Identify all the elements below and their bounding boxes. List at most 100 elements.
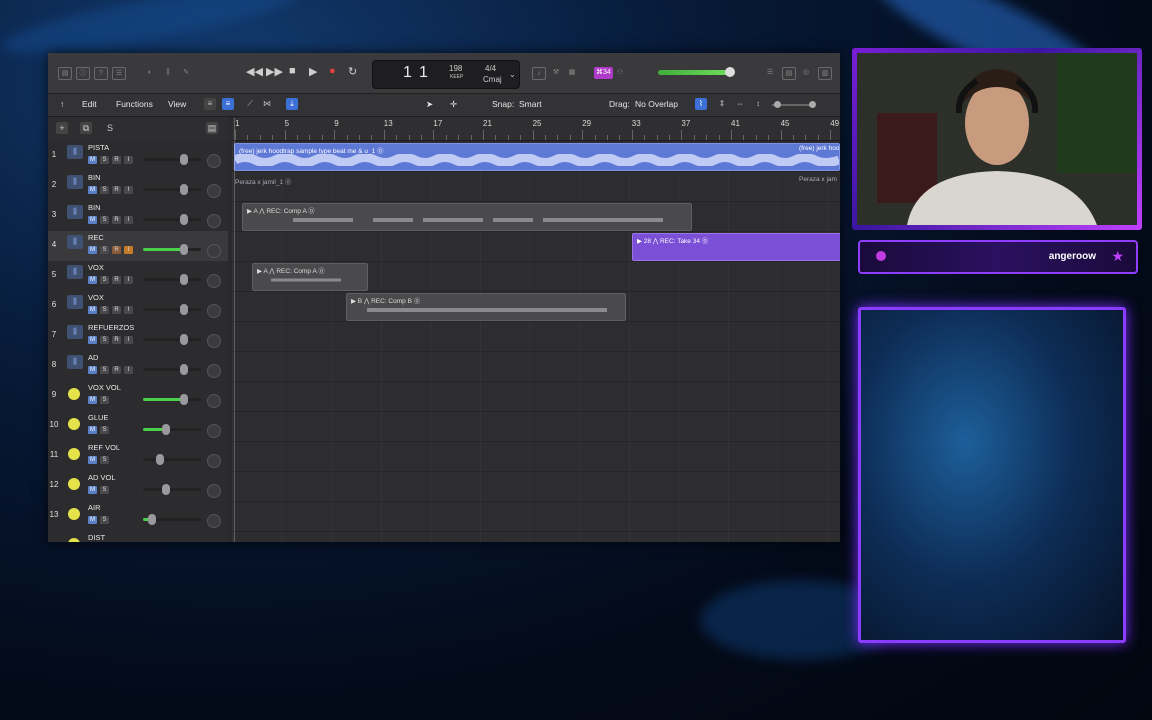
master-volume-knob[interactable] — [725, 67, 735, 77]
volume-fader[interactable] — [143, 214, 201, 225]
track-header[interactable]: 9 VOX VOL M S — [48, 381, 228, 412]
track-header[interactable]: 11 REF VOL M S — [48, 441, 228, 472]
metronome-icon[interactable]: ▦ — [566, 67, 578, 78]
solo-button[interactable]: S — [100, 276, 109, 284]
input-monitor-button[interactable]: I — [124, 216, 133, 224]
editors-icon[interactable]: ✎ — [180, 67, 192, 78]
updown-icon[interactable]: ↕ — [752, 98, 764, 110]
track-name[interactable]: GLUE — [88, 413, 108, 422]
mute-button[interactable]: M — [88, 516, 97, 524]
input-monitor-button[interactable]: I — [124, 336, 133, 344]
track-name[interactable]: VOX — [88, 293, 104, 302]
lcd-display[interactable]: 1 1 198 KEEP 4/4 Cmaj ⌄ — [372, 60, 520, 89]
volume-fader[interactable] — [143, 184, 201, 195]
pan-knob[interactable] — [207, 394, 221, 408]
zoom-slider[interactable] — [772, 101, 816, 108]
track-name[interactable]: REFUERZOS — [88, 323, 134, 332]
track-header[interactable]: 6 ⫼ VOX M S R I — [48, 291, 228, 322]
functions-menu[interactable]: Functions — [116, 99, 153, 109]
arrange-area[interactable]: (free) jerk hoodtrap sample type beat me… — [232, 141, 840, 542]
automation-icon[interactable]: ⟋ — [244, 98, 256, 110]
library-icon[interactable]: ▤ — [58, 67, 72, 80]
smart-controls-icon[interactable]: ◐ — [144, 67, 156, 78]
region-vox-comp-b[interactable]: ▶ B ⋀ REC: Comp B ⓪ — [346, 293, 626, 321]
secondary-tool-icon[interactable]: ✛ — [450, 99, 457, 110]
drag-select[interactable]: No Overlap — [635, 99, 678, 109]
track-name[interactable]: BIN — [88, 173, 101, 182]
track-header[interactable]: 10 GLUE M S — [48, 411, 228, 442]
region-vox-comp-a[interactable]: ▶ A ⋀ REC: Comp A ⓪ — [252, 263, 368, 291]
stop-button[interactable]: ■ — [289, 65, 296, 77]
input-monitor-button[interactable]: I — [124, 366, 133, 374]
volume-fader[interactable] — [143, 334, 201, 345]
track-lane[interactable] — [232, 531, 840, 542]
ruler[interactable]: 1 5 9 13 17 21 25 29 33 37 41 45 49 — [232, 117, 840, 141]
volume-knob[interactable] — [156, 454, 165, 465]
mute-button[interactable]: M — [88, 366, 97, 374]
volume-knob[interactable] — [179, 184, 188, 195]
record-enable-button[interactable]: R — [112, 336, 121, 344]
catch-icon[interactable]: ⤓ — [286, 98, 298, 110]
track-lane[interactable] — [232, 171, 840, 202]
volume-knob[interactable] — [179, 364, 188, 375]
list-editor-icon[interactable]: ☰ — [764, 67, 776, 78]
solo-button[interactable]: S — [100, 516, 109, 524]
pan-knob[interactable] — [207, 274, 221, 288]
edit-menu[interactable]: Edit — [82, 99, 97, 109]
volume-fader[interactable] — [143, 364, 201, 375]
track-name[interactable]: VOX VOL — [88, 383, 121, 392]
solo-global-icon[interactable]: S — [104, 122, 116, 134]
volume-fader[interactable] — [143, 274, 201, 285]
track-header[interactable]: DIST — [48, 531, 228, 542]
playhead[interactable] — [234, 118, 235, 542]
volume-fader[interactable] — [143, 454, 201, 465]
record-enable-button[interactable]: R — [112, 156, 121, 164]
fast-forward-button[interactable]: ▶▶ — [266, 65, 283, 78]
volume-knob[interactable] — [179, 214, 188, 225]
pan-knob[interactable] — [207, 154, 221, 168]
track-header[interactable]: 3 ⫼ BIN M S R I — [48, 201, 228, 232]
region-rec-take[interactable]: ▶ 28 ⋀ REC: Take 34 ⓪ — [632, 233, 840, 261]
global-tracks-icon[interactable]: ▤ — [206, 122, 218, 134]
inspector-icon[interactable]: ⓘ — [76, 67, 90, 80]
volume-fader[interactable] — [143, 514, 201, 525]
tuner-icon[interactable]: ♪ — [532, 67, 546, 80]
solo-button[interactable]: S — [100, 216, 109, 224]
zoom-slider-knob-2[interactable] — [809, 101, 816, 108]
mute-button[interactable]: M — [88, 426, 97, 434]
track-lane[interactable] — [232, 411, 840, 442]
waveform-zoom-icon[interactable]: ⌇ — [695, 98, 707, 110]
volume-knob[interactable] — [179, 304, 188, 315]
track-name[interactable]: BIN — [88, 203, 101, 212]
input-monitor-button[interactable]: I — [124, 306, 133, 314]
volume-knob[interactable] — [162, 484, 171, 495]
mute-button[interactable]: M — [88, 306, 97, 314]
volume-fader[interactable] — [143, 394, 201, 405]
volume-fader[interactable] — [143, 424, 201, 435]
record-enable-button[interactable]: R — [112, 276, 121, 284]
volume-knob[interactable] — [147, 514, 156, 525]
solo-button[interactable]: S — [100, 366, 109, 374]
volume-knob[interactable] — [179, 244, 188, 255]
cycle-button[interactable]: ↻ — [348, 65, 357, 78]
snap-select[interactable]: Smart — [519, 99, 542, 109]
mute-button[interactable]: M — [88, 396, 97, 404]
browser-icon[interactable]: ▥ — [818, 67, 832, 80]
record-enable-button[interactable]: R — [112, 216, 121, 224]
toolbar-icon[interactable]: ☰ — [112, 67, 126, 80]
track-header[interactable]: 1 ⫼ PISTA M S R I — [48, 141, 228, 172]
pan-knob[interactable] — [207, 364, 221, 378]
track-lane[interactable] — [232, 441, 840, 472]
back-icon[interactable]: ↑ — [60, 99, 64, 109]
mute-button[interactable]: M — [88, 336, 97, 344]
add-track-button[interactable]: + — [56, 122, 68, 134]
count-in-icon[interactable]: ⚒ — [550, 67, 562, 78]
input-monitor-button[interactable]: I — [124, 186, 133, 194]
pan-knob[interactable] — [207, 424, 221, 438]
track-lane[interactable] — [232, 321, 840, 352]
track-name[interactable]: REC — [88, 233, 104, 242]
duplicate-track-icon[interactable]: ⧉ — [80, 122, 92, 134]
region-pista[interactable]: (free) jerk hoodtrap sample type beat me… — [234, 143, 840, 171]
solo-button[interactable]: S — [100, 456, 109, 464]
rewind-button[interactable]: ◀◀ — [246, 65, 263, 78]
